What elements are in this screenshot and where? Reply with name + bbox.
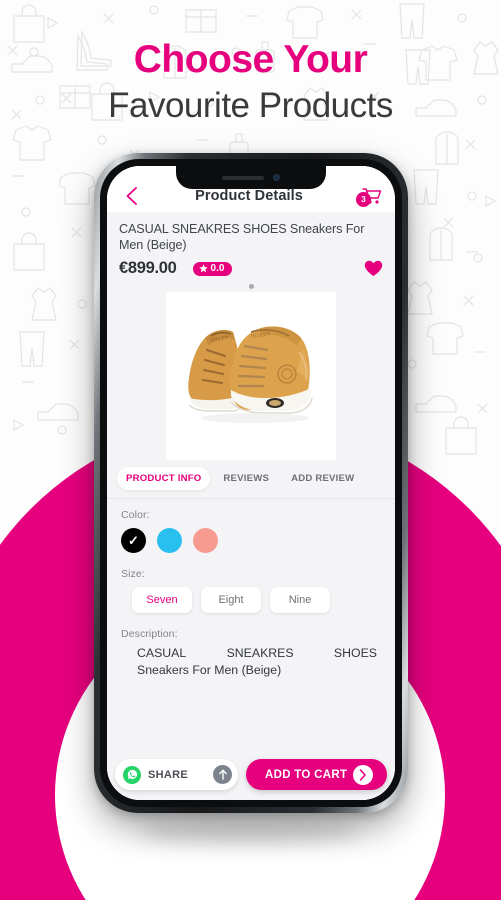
back-button[interactable] [120, 185, 142, 207]
size-label: Size: [121, 568, 145, 580]
chevron-right-icon [353, 764, 374, 785]
product-price: €899.00 [119, 259, 177, 277]
screen-title: Product Details [195, 188, 303, 204]
size-chip-nine[interactable]: Nine [270, 587, 330, 613]
phone-drop-shadow [140, 818, 360, 844]
tab-add-review[interactable]: ADD REVIEW [282, 467, 363, 490]
star-icon [198, 264, 208, 273]
upload-arrow-icon[interactable] [213, 765, 233, 784]
check-icon: ✓ [128, 533, 139, 548]
phone-screen: Product Details 3 CASUAL SNEAKRES SHOES … [107, 166, 395, 800]
phone-bezel: Product Details 3 CASUAL SNEAKRES SHOES … [100, 159, 402, 807]
description-line-2: Sneakers For Men (Beige) [137, 663, 282, 677]
product-title: CASUAL SNEAKRES SHOES Sneakers For Men (… [119, 222, 365, 252]
sneaker-illustration: HILLEN HILLEN [167, 306, 335, 446]
cart-button[interactable]: 3 [356, 184, 382, 208]
up-arrow-glyph-icon [218, 769, 227, 780]
color-swatch-group: ✓ [121, 528, 381, 553]
chevron-left-icon [126, 187, 137, 205]
rating-badge: 0.0 [192, 261, 233, 276]
description-word-2: SNEAKRES [226, 646, 294, 660]
product-image[interactable]: HILLEN HILLEN [166, 292, 336, 460]
product-detail-body: CASUAL SNEAKRES SHOES Sneakers For Men (… [107, 212, 395, 800]
page-title: Choose Your Favourite Products [0, 38, 501, 128]
price-row: €899.00 0.0 [119, 259, 383, 278]
front-camera-icon [273, 174, 280, 181]
size-chip-group: Seven Eight Nine [121, 587, 381, 613]
speaker-grille-icon [222, 175, 264, 180]
share-label: SHARE [148, 768, 189, 781]
carousel-dot-active[interactable] [248, 284, 254, 289]
color-label: Color: [121, 509, 150, 521]
carousel-dots [119, 284, 383, 289]
color-swatch-salmon[interactable] [193, 528, 218, 553]
rating-value: 0.0 [210, 262, 225, 274]
color-swatch-black[interactable]: ✓ [121, 528, 146, 553]
size-chip-eight[interactable]: Eight [201, 587, 261, 613]
description-label: Description: [121, 628, 178, 640]
product-summary: CASUAL SNEAKRES SHOES Sneakers For Men (… [107, 212, 395, 289]
whatsapp-glyph-icon [127, 769, 137, 780]
cart-badge: 3 [356, 192, 371, 207]
color-swatch-blue[interactable] [157, 528, 182, 553]
add-to-cart-label: ADD TO CART [264, 768, 348, 781]
description-word-3: SHOES [333, 646, 377, 660]
tab-reviews[interactable]: REVIEWS [214, 467, 278, 490]
promo-banner: Choose Your Favourite Products Product D… [0, 0, 501, 900]
share-button[interactable]: SHARE [115, 759, 239, 790]
description-line-1: CASUAL SNEAKRES SHOES [137, 645, 381, 662]
size-chip-seven[interactable]: Seven [132, 587, 192, 613]
description-text: CASUAL SNEAKRES SHOES Sneakers For Men (… [121, 645, 381, 679]
wishlist-button[interactable] [364, 260, 383, 277]
phone-notch [176, 166, 326, 189]
headline-line-2: Favourite Products [108, 86, 393, 125]
heart-filled-icon [364, 260, 383, 277]
chevron-right-glyph-icon [360, 768, 367, 781]
product-tabs: PRODUCT INFO REVIEWS ADD REVIEW [107, 460, 395, 499]
product-options: Color: ✓ Size: Seven Eight Nine Descript… [107, 499, 395, 753]
bottom-action-bar: SHARE ADD TO CART [107, 753, 395, 800]
headline-line-1: Choose Your [133, 38, 368, 81]
tab-product-info[interactable]: PRODUCT INFO [117, 467, 211, 490]
phone-mockup: Product Details 3 CASUAL SNEAKRES SHOES … [94, 153, 408, 813]
whatsapp-icon [123, 765, 141, 784]
add-to-cart-button[interactable]: ADD TO CART [246, 759, 387, 790]
description-word-1: CASUAL [137, 646, 187, 660]
